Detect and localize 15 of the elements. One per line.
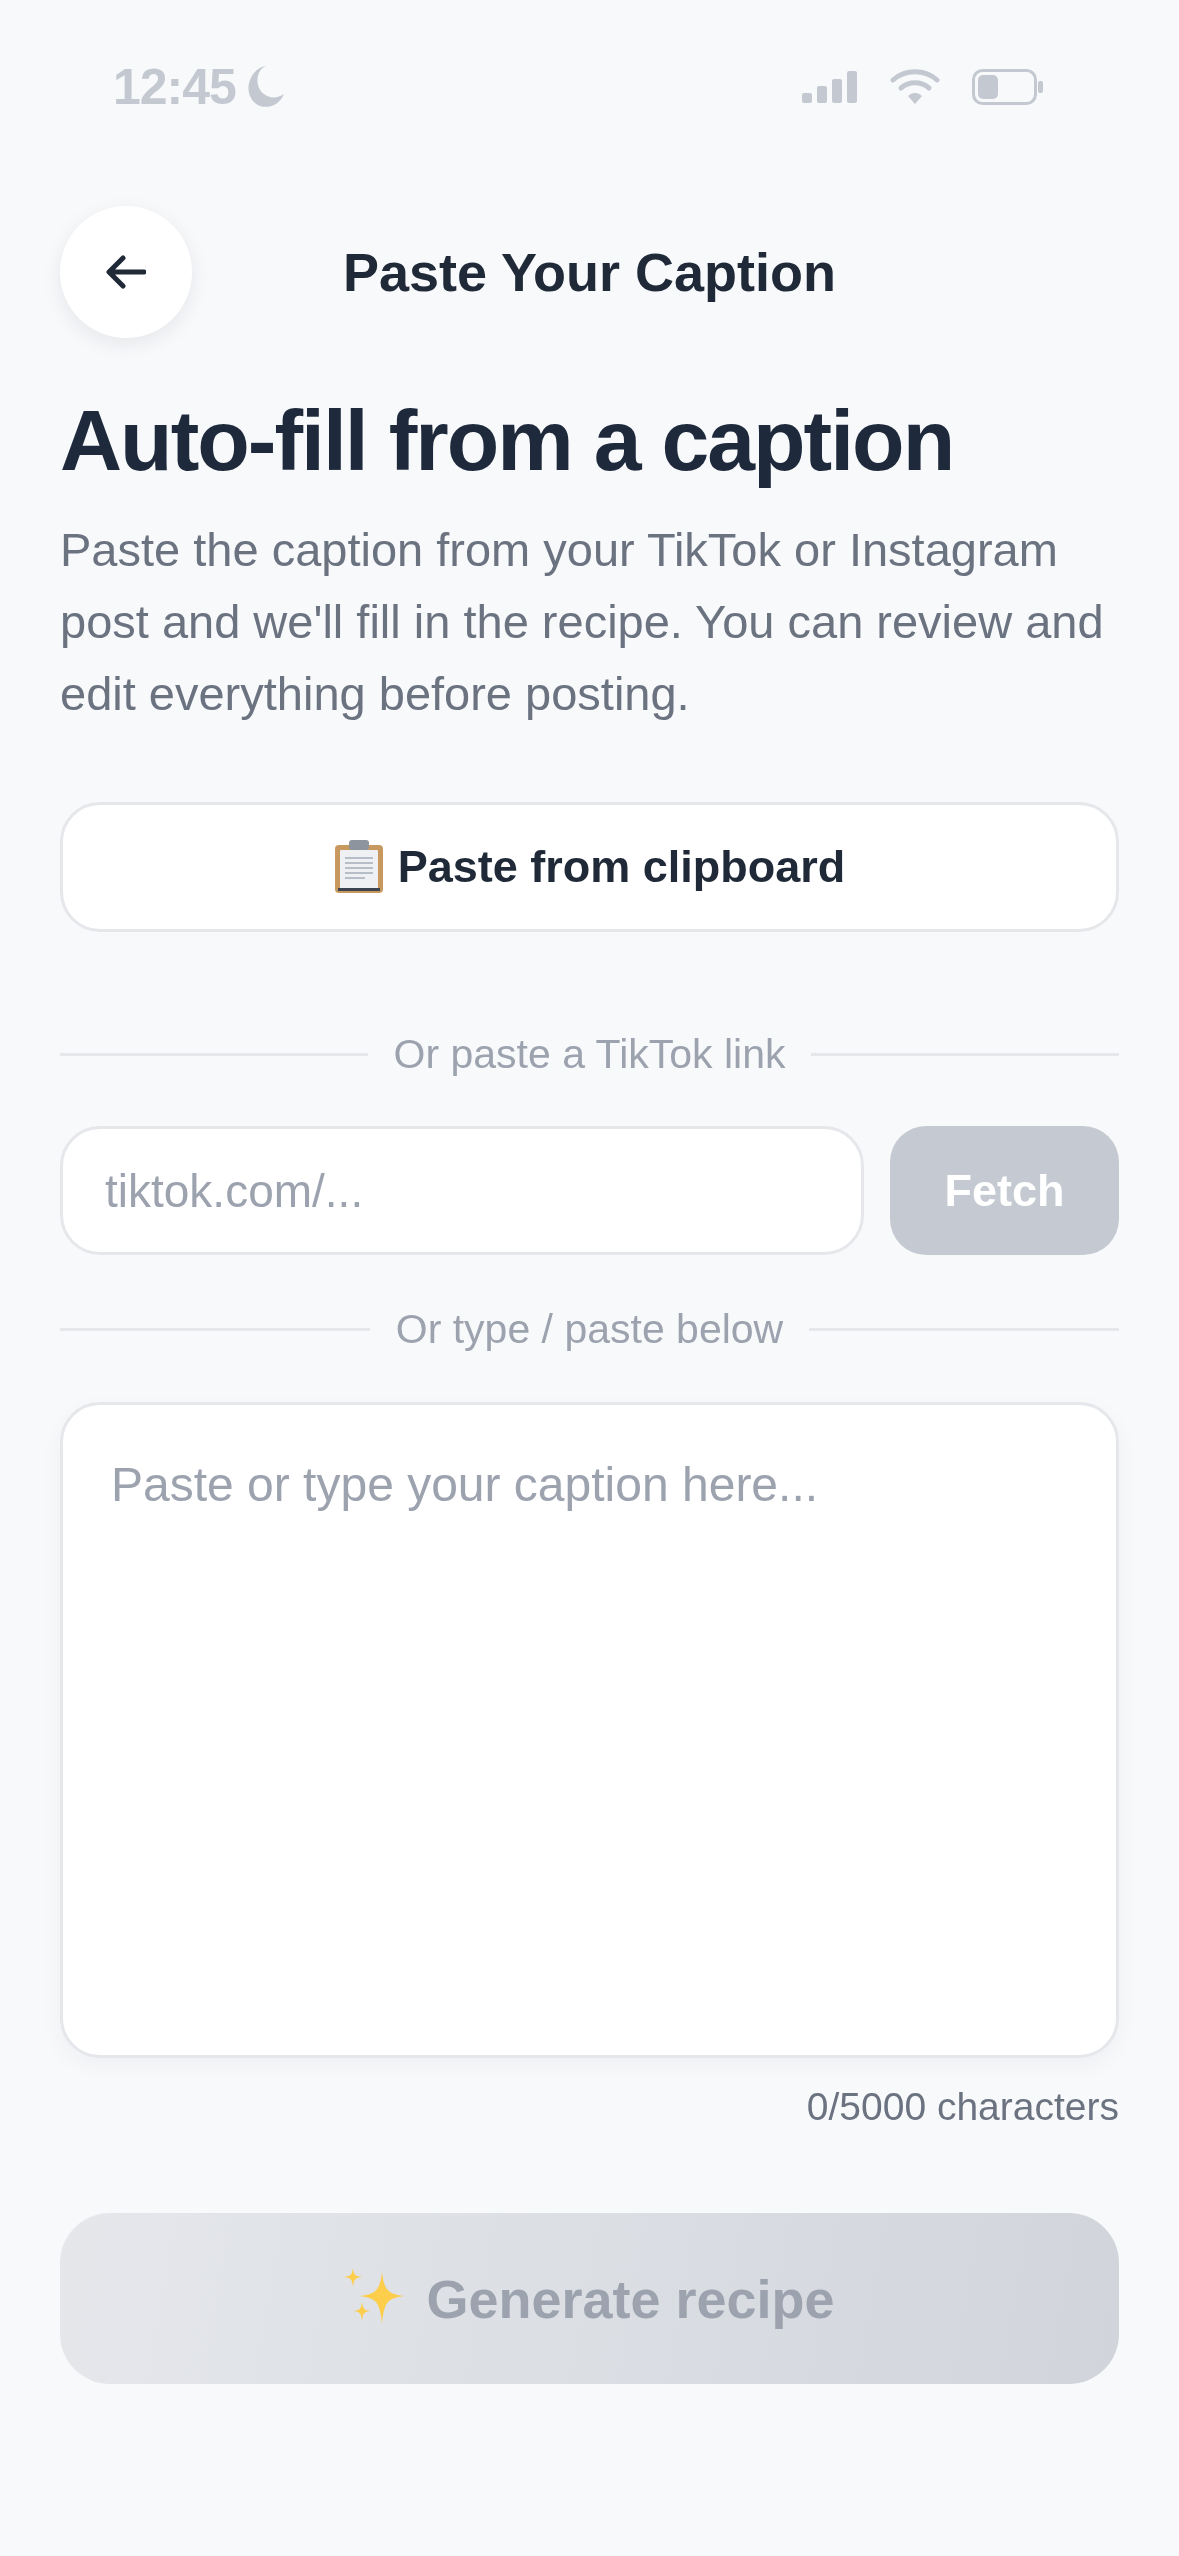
page-heading: Auto-fill from a caption [60,391,954,490]
clipboard-icon [333,840,384,894]
signal-icon [802,71,858,103]
paste-from-clipboard-button[interactable]: Paste from clipboard [60,802,1119,932]
divider-label: Or paste a TikTok link [393,1030,786,1078]
intro-text: Paste the caption from your TikTok or Instagram post and we'll fill in the recipe. You can review and edit everything before posting. [60,522,1105,722]
battery-icon [972,69,1044,105]
character-counter: 0/5000 characters [806,2085,1119,2129]
back-arrow-icon [106,255,146,289]
screen-title: Paste Your Caption [342,241,837,303]
link-input-field[interactable]: tiktok.com/... [60,1126,864,1255]
caption-text-area[interactable]: Paste or type your caption here... [60,1402,1119,2058]
wifi-icon [890,68,940,106]
moon-icon [247,66,284,108]
divider-label: Or type / paste below [395,1305,784,1353]
